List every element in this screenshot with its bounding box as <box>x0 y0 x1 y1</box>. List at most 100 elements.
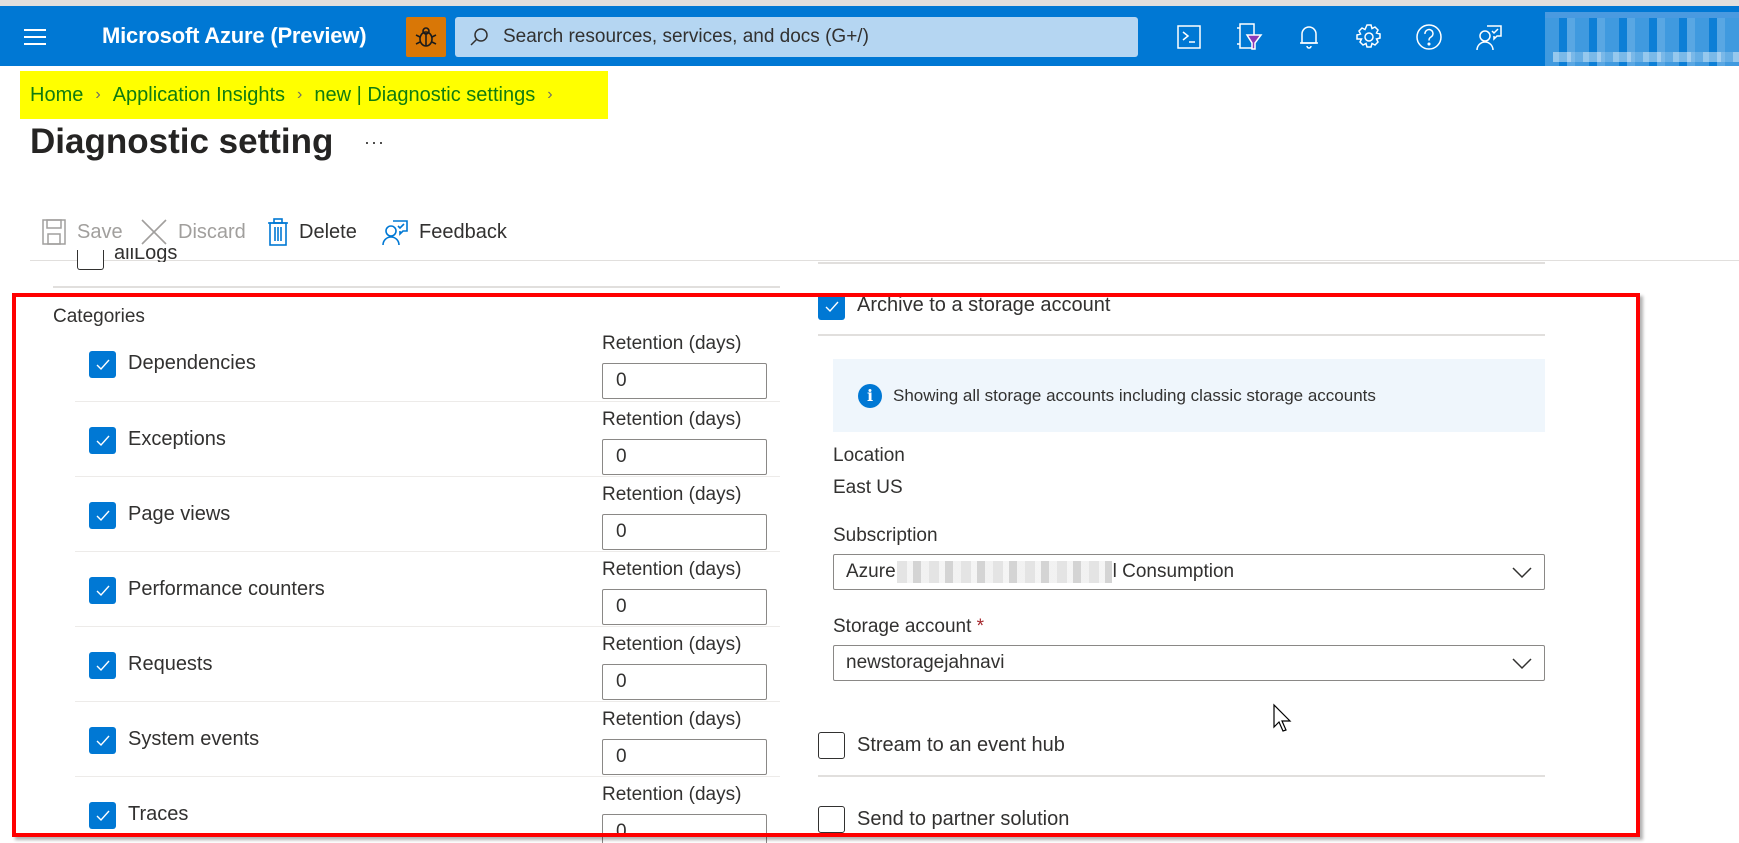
delete-button[interactable]: Delete <box>267 216 357 248</box>
page-title: Diagnostic setting <box>30 122 334 161</box>
retention-days-input[interactable] <box>602 664 767 700</box>
breadcrumb: Home › Application Insights › new | Diag… <box>20 71 608 119</box>
retention-days-input[interactable] <box>602 439 767 475</box>
retention-days-input[interactable] <box>602 739 767 775</box>
checkmark-icon <box>96 585 110 596</box>
feedback-toolbar-button[interactable]: Feedback <box>381 216 507 248</box>
category-checkbox[interactable] <box>89 502 116 529</box>
retention-days-input[interactable] <box>602 814 767 843</box>
save-button[interactable]: Save <box>41 216 123 248</box>
category-row: Page views Retention (days) <box>75 476 780 551</box>
checkmark-icon <box>825 301 839 312</box>
storage-account-label: Storage account * <box>833 616 985 637</box>
checkmark-icon <box>96 735 110 746</box>
categories-heading: Categories <box>53 306 145 327</box>
cloud-shell-button[interactable] <box>1172 20 1206 54</box>
category-row: Performance counters Retention (days) <box>75 551 780 626</box>
category-checkbox[interactable] <box>89 577 116 604</box>
category-row: System events Retention (days) <box>75 701 780 776</box>
category-label: Requests <box>128 653 213 675</box>
search-placeholder: Search resources, services, and docs (G+… <box>503 26 869 47</box>
storage-account-dropdown[interactable]: newstoragejahnavi <box>833 645 1545 681</box>
partner-solution-checkbox[interactable] <box>818 806 845 833</box>
category-label: Performance counters <box>128 578 325 600</box>
category-checkbox[interactable] <box>89 427 116 454</box>
event-hub-checkbox[interactable] <box>818 732 845 759</box>
chevron-down-icon <box>1512 658 1532 670</box>
feedback-icon <box>382 220 408 246</box>
search-input[interactable]: Search resources, services, and docs (G+… <box>455 17 1138 57</box>
settings-button[interactable] <box>1352 20 1386 54</box>
chevron-right-icon: › <box>95 86 101 103</box>
breadcrumb-application-insights[interactable]: Application Insights <box>113 84 285 107</box>
bug-icon <box>415 27 437 47</box>
archive-checkbox[interactable] <box>818 293 845 320</box>
category-row: Dependencies Retention (days) <box>75 326 780 401</box>
app-title[interactable]: Microsoft Azure (Preview) <box>102 23 367 49</box>
section-divider <box>53 286 780 288</box>
category-checkbox[interactable] <box>89 351 116 378</box>
menu-icon[interactable] <box>24 29 46 45</box>
all-logs-label: allLogs <box>114 248 178 262</box>
chevron-right-icon: › <box>297 86 303 103</box>
category-checkbox[interactable] <box>89 802 116 829</box>
retention-days-input[interactable] <box>602 363 767 399</box>
feedback-button[interactable] <box>1472 20 1506 54</box>
discard-button[interactable]: Discard <box>140 216 246 248</box>
subscription-dropdown[interactable]: Azure l Consumption <box>833 554 1545 590</box>
directory-filter-button[interactable] <box>1232 20 1266 54</box>
location-label: Location <box>833 445 905 466</box>
account-menu[interactable] <box>1545 12 1739 72</box>
retention-label: Retention (days) <box>602 709 742 730</box>
bug-report-button[interactable] <box>406 17 446 57</box>
storage-account-value: newstoragejahnavi <box>846 652 1005 673</box>
category-row: Traces Retention (days) <box>75 776 780 843</box>
category-checkbox[interactable] <box>89 652 116 679</box>
category-label: System events <box>128 728 260 750</box>
all-logs-checkbox[interactable] <box>77 250 104 270</box>
save-icon <box>42 219 66 245</box>
breadcrumb-home[interactable]: Home <box>30 84 83 107</box>
checkmark-icon <box>96 359 110 370</box>
checkmark-icon <box>96 510 110 521</box>
retention-label: Retention (days) <box>602 559 742 580</box>
category-row: Requests Retention (days) <box>75 626 780 701</box>
checkmark-icon <box>96 660 110 671</box>
retention-label: Retention (days) <box>602 409 742 430</box>
section-divider <box>818 775 1545 777</box>
retention-label: Retention (days) <box>602 484 742 505</box>
retention-days-input[interactable] <box>602 514 767 550</box>
directory-filter-icon <box>1237 23 1263 50</box>
help-button[interactable] <box>1412 20 1446 54</box>
delete-icon <box>268 218 288 246</box>
subscription-label: Subscription <box>833 525 938 546</box>
partner-solution-label: Send to partner solution <box>857 808 1070 830</box>
section-divider <box>818 334 1545 336</box>
more-options-button[interactable]: ··· <box>364 132 385 153</box>
search-icon <box>470 28 488 46</box>
event-hub-label: Stream to an event hub <box>857 734 1065 756</box>
section-divider <box>818 262 1545 264</box>
required-marker: * <box>976 616 985 637</box>
chevron-right-icon: › <box>547 86 553 103</box>
toolbar-divider <box>30 260 1739 261</box>
category-checkbox[interactable] <box>89 727 116 754</box>
subscription-value-suffix: l Consumption <box>1112 561 1235 582</box>
breadcrumb-diagnostic-settings[interactable]: new | Diagnostic settings <box>314 84 535 107</box>
top-bar: Microsoft Azure (Preview) Search resourc… <box>0 6 1739 72</box>
category-row: Exceptions Retention (days) <box>75 401 780 476</box>
category-label: Traces <box>128 803 189 825</box>
retention-days-input[interactable] <box>602 589 767 625</box>
info-text: Showing all storage accounts including c… <box>893 385 1376 405</box>
notifications-button[interactable] <box>1292 20 1326 54</box>
close-icon <box>141 219 167 245</box>
retention-label: Retention (days) <box>602 784 742 805</box>
checkmark-icon <box>96 810 110 821</box>
category-label: Page views <box>128 503 231 525</box>
chevron-down-icon <box>1512 567 1532 579</box>
checkmark-icon <box>96 435 110 446</box>
help-icon <box>1416 24 1442 50</box>
archive-label: Archive to a storage account <box>857 294 1111 316</box>
redacted-text <box>896 561 1112 583</box>
category-label: Dependencies <box>128 352 256 374</box>
